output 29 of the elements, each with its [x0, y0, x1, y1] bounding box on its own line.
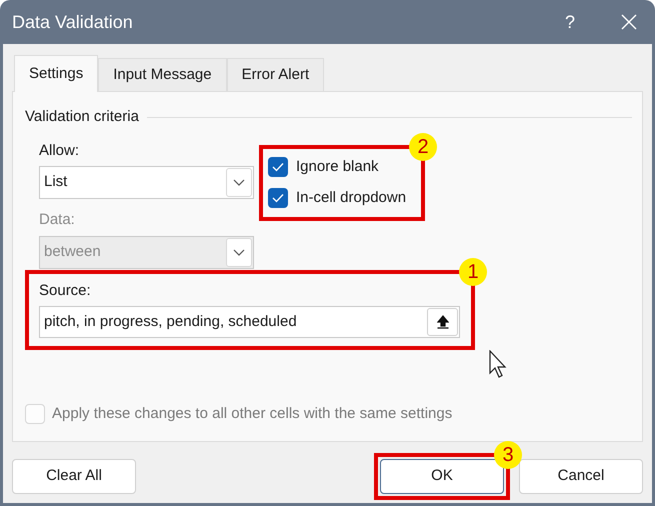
tab[interactable]: Settings: [14, 55, 98, 92]
collapse-button[interactable]: [427, 308, 458, 336]
checkbox-label: Apply these changes to all other cells with the same settings: [52, 404, 452, 424]
upload-arrow-icon: [436, 315, 448, 329]
checkmark-icon: [272, 193, 284, 204]
dialog-button[interactable]: Cancel: [519, 458, 643, 494]
checkmark-icon: [272, 162, 284, 172]
source-field[interactable]: pitch, in progress, pending, scheduled: [39, 306, 460, 338]
dropdown[interactable]: List: [39, 166, 254, 199]
field-label: Allow:: [39, 140, 80, 160]
checkbox-label: In-cell dropdown: [296, 188, 406, 208]
field-label: Data:: [39, 210, 76, 230]
field-label: Source:: [39, 280, 92, 300]
section-title: Validation criteria: [25, 107, 139, 127]
help-button[interactable]: ?: [564, 8, 575, 36]
dialog-button[interactable]: OK: [380, 458, 504, 494]
close-icon[interactable]: [621, 14, 637, 30]
mouse-cursor-icon: [489, 350, 509, 378]
checkbox[interactable]: [268, 188, 288, 208]
tab[interactable]: Error Alert: [226, 58, 324, 92]
chevron-down-icon: [233, 248, 245, 256]
checkbox-label: Ignore blank: [296, 156, 379, 176]
dialog-button[interactable]: Clear All: [12, 458, 136, 494]
checkbox[interactable]: [268, 156, 288, 177]
callout-badge: 2: [409, 132, 437, 160]
callout-badge: 1: [459, 258, 487, 286]
chevron-down-icon: [233, 179, 245, 186]
window-title: Data Validation: [12, 10, 133, 34]
tab[interactable]: Input Message: [98, 58, 227, 92]
